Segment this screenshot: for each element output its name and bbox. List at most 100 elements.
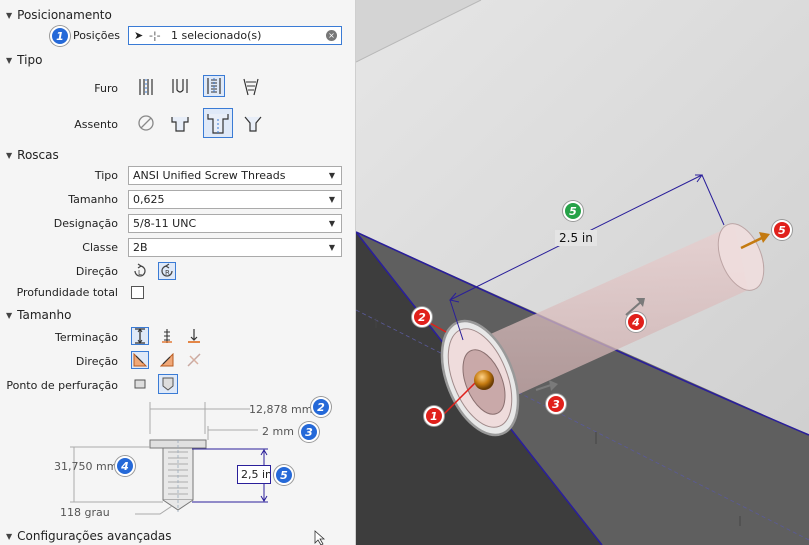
counterbore-icon (171, 117, 189, 132)
dropdown-arrow-icon: ▼ (328, 219, 335, 228)
crosshair-point-icon: -¦- (149, 29, 161, 42)
viewport-badge-5-green: 5 (563, 201, 583, 221)
thread-depth-input[interactable]: 2,5 in (237, 465, 271, 484)
collapse-triangle-icon: ▼ (6, 55, 13, 65)
symmetric-direction-button[interactable] (185, 351, 203, 369)
dropdown-arrow-icon: ▼ (328, 171, 335, 180)
distance-termination-icon (135, 328, 145, 344)
viewport-badge-1-text: 1 (430, 409, 438, 423)
viewport-badge-1: 1 (424, 406, 444, 426)
left-hand-thread-button[interactable]: L (131, 262, 149, 280)
thread-size-select[interactable]: 0,625 ▼ (128, 190, 342, 209)
direction-flipped-icon (160, 353, 174, 367)
distance-termination-button[interactable] (131, 327, 149, 345)
section-positioning[interactable]: ▼ Posicionamento (6, 8, 112, 22)
left-hand-rotation-icon: L (134, 263, 146, 277)
clearance-hole-button[interactable] (169, 76, 191, 98)
callout-badge-5-text: 5 (280, 468, 288, 482)
viewport-badge-5-green-text: 5 (569, 204, 577, 218)
viewport-badge-4-text: 4 (632, 315, 640, 329)
properties-panel: ▼ Posicionamento 1 Posições ➤ -¦- 1 sele… (0, 0, 356, 545)
positions-value: 1 selecionado(s) (171, 29, 262, 42)
callout-badge-4-text: 4 (121, 459, 129, 473)
section-size[interactable]: ▼ Tamanho (6, 308, 71, 322)
flat-drill-point-button[interactable] (131, 375, 149, 393)
thread-type-select[interactable]: ANSI Unified Screw Threads ▼ (128, 166, 342, 185)
model-scene[interactable] (356, 0, 809, 545)
counterbore-button[interactable] (169, 112, 191, 134)
callout-badge-3: 3 (299, 422, 319, 442)
section-type[interactable]: ▼ Tipo (6, 53, 42, 67)
spotface-icon (207, 114, 229, 134)
countersink-button[interactable] (242, 112, 264, 134)
thread-depth-value: 2,5 in (241, 468, 271, 481)
viewport-badge-2: 2 (412, 307, 432, 327)
direction-default-icon (133, 353, 147, 367)
section-threads[interactable]: ▼ Roscas (6, 148, 59, 162)
thread-size-value: 0,625 (133, 193, 165, 206)
none-circle-icon (138, 115, 154, 131)
tapped-hole-button[interactable] (203, 75, 225, 97)
callout-badge-3-text: 3 (305, 425, 313, 439)
callout-badge-2: 2 (311, 397, 331, 417)
designation-select[interactable]: 5/8-11 UNC ▼ (128, 214, 342, 233)
termination-label: Terminação (55, 331, 118, 344)
flipped-direction-button[interactable] (158, 351, 176, 369)
through-all-button[interactable] (158, 327, 176, 345)
full-depth-checkbox[interactable] (131, 286, 144, 299)
to-face-button[interactable] (185, 327, 203, 345)
section-type-title: Tipo (17, 53, 43, 67)
section-positioning-title: Posicionamento (17, 8, 112, 22)
designation-value: 5/8-11 UNC (133, 217, 197, 230)
mouse-cursor-icon (314, 530, 326, 545)
dropdown-arrow-icon: ▼ (328, 195, 335, 204)
callout-badge-4: 4 (115, 456, 135, 476)
callout-badge-5: 5 (274, 465, 294, 485)
clearance-hole-icon (172, 79, 188, 93)
hole-diameter-dim: 31,750 mm (54, 460, 118, 473)
spotface-button[interactable] (203, 108, 233, 138)
default-direction-button[interactable] (131, 351, 149, 369)
viewport-badge-5-red-text: 5 (778, 223, 786, 237)
class-label: Classe (82, 241, 118, 254)
collapse-triangle-icon: ▼ (6, 531, 13, 541)
section-advanced-title: Configurações avançadas (17, 529, 172, 543)
flat-drill-point-icon (134, 379, 146, 389)
depth-dimension-label[interactable]: 2.5 in (555, 230, 597, 246)
thread-size-label: Tamanho (68, 193, 118, 206)
callout-badge-2-text: 2 (317, 400, 325, 414)
3d-viewport[interactable]: 2.5 in 5 5 2 4 3 1 (356, 0, 809, 545)
drill-point-label: Ponto de perfuração (6, 379, 118, 392)
angled-drill-point-button[interactable] (158, 374, 178, 394)
no-seat-button[interactable] (135, 112, 157, 134)
tapped-hole-icon (207, 78, 221, 94)
positions-selector[interactable]: ➤ -¦- 1 selecionado(s) × (128, 26, 342, 45)
simple-hole-button[interactable] (135, 76, 157, 98)
to-face-icon (188, 329, 200, 343)
drill-angle-dim: 118 grau (60, 506, 110, 519)
taper-tapped-hole-button[interactable] (240, 76, 262, 98)
positions-label: Posições (72, 29, 120, 42)
svg-text:R: R (165, 269, 170, 277)
collapse-triangle-icon: ▼ (6, 310, 13, 320)
counterbore-diameter-dim: 12,878 mm (249, 403, 313, 416)
viewport-badge-2-text: 2 (418, 310, 426, 324)
position-manipulator[interactable] (474, 370, 494, 390)
simple-hole-icon (139, 79, 153, 95)
designation-label: Designação (53, 217, 118, 230)
section-advanced[interactable]: ▼ Configurações avançadas (6, 529, 172, 543)
thread-type-value: ANSI Unified Screw Threads (133, 169, 286, 182)
viewport-badge-4: 4 (626, 312, 646, 332)
viewport-badge-5-red: 5 (772, 220, 792, 240)
size-direction-label: Direção (75, 355, 118, 368)
countersink-icon (244, 116, 262, 132)
class-select[interactable]: 2B ▼ (128, 238, 342, 257)
viewport-badge-3: 3 (546, 394, 566, 414)
collapse-triangle-icon: ▼ (6, 150, 13, 160)
clear-selection-icon[interactable]: × (326, 30, 337, 41)
viewport-badge-3-text: 3 (552, 397, 560, 411)
full-depth-label: Profundidade total (16, 286, 118, 299)
svg-text:L: L (138, 269, 142, 277)
right-hand-thread-button[interactable]: R (158, 262, 176, 280)
through-all-icon (162, 329, 172, 343)
